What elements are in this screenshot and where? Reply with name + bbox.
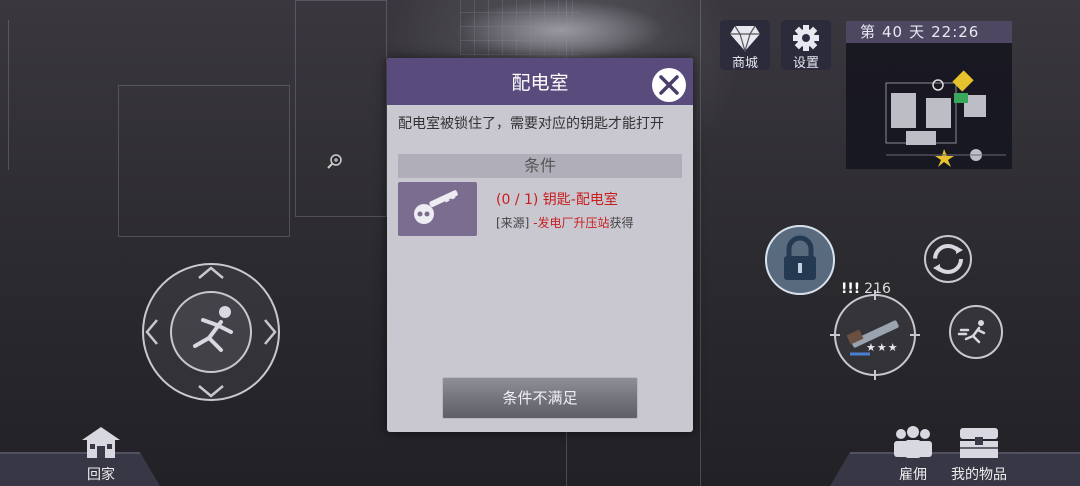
key-item-slot[interactable] <box>398 182 477 236</box>
hire-button[interactable]: 雇佣 <box>888 424 938 484</box>
my-items-button[interactable]: 我的物品 <box>944 424 1014 484</box>
source-suffix: 获得 <box>609 216 634 230</box>
minimap[interactable]: 第 40 天 22:26 <box>846 21 1012 169</box>
settings-button[interactable]: 设置 <box>781 20 831 71</box>
requirement-source: [来源] -发电厂升压站获得 <box>496 214 634 231</box>
day-prefix: 第 <box>860 23 877 41</box>
dialog-description: 配电室被锁住了，需要对应的钥匙才能打开 <box>398 116 664 132</box>
home-label: 回家 <box>87 467 115 483</box>
background-wall <box>295 0 387 217</box>
settings-label: 设置 <box>792 56 819 71</box>
day-suffix: 天 <box>909 23 926 41</box>
day-number: 40 <box>882 23 904 41</box>
shop-label: 商城 <box>731 56 758 71</box>
background-wall <box>700 0 702 486</box>
lock-icon <box>784 235 816 280</box>
dialog-title: 配电室 <box>387 58 693 105</box>
source-name: -发电厂升压站 <box>533 216 610 230</box>
people-icon <box>894 426 932 458</box>
gear-icon <box>793 25 819 51</box>
key-icon <box>414 190 458 224</box>
background-fence <box>460 0 580 55</box>
background-wall <box>118 85 290 237</box>
background-wall <box>0 20 9 170</box>
house-icon <box>82 427 120 458</box>
game-time: 22:26 <box>931 23 980 41</box>
minimap-header: 第 40 天 22:26 <box>846 21 1012 43</box>
source-prefix: [来源] <box>496 216 530 230</box>
close-icon <box>659 75 679 95</box>
weapon-button[interactable] <box>830 290 920 380</box>
zoom-icon[interactable] <box>326 153 344 171</box>
home-button[interactable]: 回家 <box>76 424 126 484</box>
conditions-not-met-button[interactable]: 条件不满足 <box>442 377 638 419</box>
refresh-icon[interactable] <box>923 234 973 284</box>
minimap-map <box>885 70 1006 167</box>
movement-joystick[interactable] <box>141 262 281 402</box>
sprint-button[interactable] <box>947 303 1005 361</box>
locked-room-dialog: 配电室 配电室被锁住了，需要对应的钥匙才能打开 条件 (0 / 1) 钥匙-配电… <box>387 58 693 432</box>
unlock-button[interactable] <box>765 225 835 295</box>
chest-icon <box>960 428 998 458</box>
shop-button[interactable]: 商城 <box>720 20 770 71</box>
diamond-icon <box>730 25 760 52</box>
close-button[interactable] <box>652 68 686 102</box>
requirement-count: (0 / 1) 钥匙-配电室 <box>496 192 618 208</box>
my-items-label: 我的物品 <box>951 467 1007 483</box>
hire-label: 雇佣 <box>899 467 927 483</box>
weapon-stars: ★★★ <box>866 341 899 354</box>
conditions-title: 条件 <box>398 154 682 178</box>
